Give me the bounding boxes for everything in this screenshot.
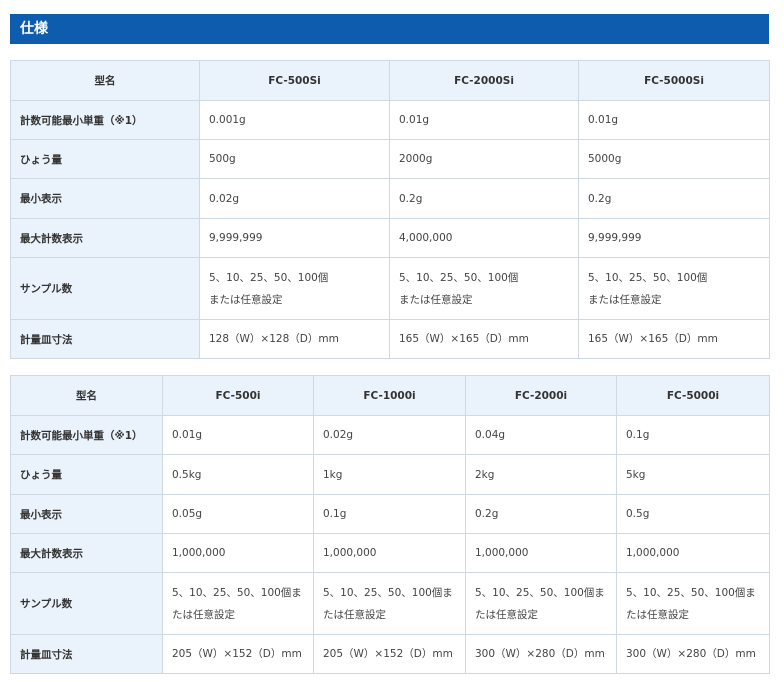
table-cell: 0.01g	[162, 415, 314, 455]
table-cell: 300（W）×280（D）mm	[616, 634, 770, 674]
table-header-row: 型名 FC-500Si FC-2000Si FC-5000Si	[10, 60, 770, 101]
table-header-row: 型名 FC-500i FC-1000i FC-2000i FC-5000i	[10, 375, 770, 416]
row-label: ひょう量	[10, 454, 163, 495]
table-cell: 0.1g	[616, 415, 770, 455]
row-label: 最大計数表示	[10, 218, 200, 258]
table-row: 最小表示 0.05g 0.1g 0.2g 0.5g	[10, 494, 770, 534]
table-cell: 205（W）×152（D）mm	[313, 634, 466, 674]
table-cell: 1,000,000	[616, 533, 770, 573]
table-cell: 5、10、25、50、100個または任意設定	[578, 257, 770, 320]
table-cell: 0.001g	[199, 100, 390, 140]
table-cell: 2000g	[389, 139, 579, 179]
table-cell: 5、10、25、50、100個または任意設定	[162, 572, 314, 635]
table-row: 計量皿寸法 128（W）×128（D）mm 165（W）×165（D）mm 16…	[10, 319, 770, 359]
section-title: 仕様	[10, 14, 769, 44]
table-row: ひょう量 0.5kg 1kg 2kg 5kg	[10, 454, 770, 495]
row-label: 計数可能最小単重（※1）	[10, 100, 200, 140]
spec-table-i: 型名 FC-500i FC-1000i FC-2000i FC-5000i 計数…	[10, 375, 770, 674]
table-row: 計量皿寸法 205（W）×152（D）mm 205（W）×152（D）mm 30…	[10, 634, 770, 674]
table-cell: 0.01g	[578, 100, 770, 140]
table-cell: 0.05g	[162, 494, 314, 534]
table-cell: 128（W）×128（D）mm	[199, 319, 390, 359]
table-cell: 5、10、25、50、100個または任意設定	[616, 572, 770, 635]
header-model-fc-1000i: FC-1000i	[313, 375, 466, 416]
row-label: 最大計数表示	[10, 533, 163, 573]
table-cell: 1,000,000	[162, 533, 314, 573]
table-cell: 0.5kg	[162, 454, 314, 495]
table-cell: 5、10、25、50、100個または任意設定	[199, 257, 390, 320]
header-model-label: 型名	[10, 375, 163, 416]
table-cell: 0.01g	[389, 100, 579, 140]
table-cell: 1kg	[313, 454, 466, 495]
header-model-fc-500si: FC-500Si	[199, 60, 390, 101]
table-cell: 0.02g	[199, 178, 390, 219]
table-cell: 0.04g	[465, 415, 617, 455]
header-model-fc-500i: FC-500i	[162, 375, 314, 416]
table-row: 計数可能最小単重（※1） 0.001g 0.01g 0.01g	[10, 100, 770, 140]
table-cell: 0.2g	[389, 178, 579, 219]
table-cell: 2kg	[465, 454, 617, 495]
spec-table-si: 型名 FC-500Si FC-2000Si FC-5000Si 計数可能最小単重…	[10, 60, 770, 359]
table-cell: 9,999,999	[199, 218, 390, 258]
header-model-fc-2000si: FC-2000Si	[389, 60, 579, 101]
table-row: 最大計数表示 9,999,999 4,000,000 9,999,999	[10, 218, 770, 258]
table-cell: 0.1g	[313, 494, 466, 534]
table-cell: 300（W）×280（D）mm	[465, 634, 617, 674]
table-cell: 5000g	[578, 139, 770, 179]
table-cell: 5kg	[616, 454, 770, 495]
table-row: 最小表示 0.02g 0.2g 0.2g	[10, 178, 770, 219]
table-cell: 9,999,999	[578, 218, 770, 258]
table-row: ひょう量 500g 2000g 5000g	[10, 139, 770, 179]
table-cell: 5、10、25、50、100個または任意設定	[465, 572, 617, 635]
table-cell: 1,000,000	[313, 533, 466, 573]
row-label: 最小表示	[10, 178, 200, 219]
header-model-fc-5000si: FC-5000Si	[578, 60, 770, 101]
header-model-label: 型名	[10, 60, 200, 101]
table-cell: 4,000,000	[389, 218, 579, 258]
table-row: サンプル数 5、10、25、50、100個または任意設定 5、10、25、50、…	[10, 257, 770, 320]
row-label: サンプル数	[10, 572, 163, 635]
table-row: サンプル数 5、10、25、50、100個または任意設定 5、10、25、50、…	[10, 572, 770, 635]
row-label: 計量皿寸法	[10, 634, 163, 674]
header-model-fc-5000i: FC-5000i	[616, 375, 770, 416]
table-cell: 205（W）×152（D）mm	[162, 634, 314, 674]
table-cell: 165（W）×165（D）mm	[578, 319, 770, 359]
header-model-fc-2000i: FC-2000i	[465, 375, 617, 416]
table-cell: 0.2g	[578, 178, 770, 219]
row-label: 計量皿寸法	[10, 319, 200, 359]
table-cell: 165（W）×165（D）mm	[389, 319, 579, 359]
table-row: 最大計数表示 1,000,000 1,000,000 1,000,000 1,0…	[10, 533, 770, 573]
table-cell: 0.2g	[465, 494, 617, 534]
row-label: 計数可能最小単重（※1）	[10, 415, 163, 455]
table-row: 計数可能最小単重（※1） 0.01g 0.02g 0.04g 0.1g	[10, 415, 770, 455]
table-cell: 500g	[199, 139, 390, 179]
table-cell: 1,000,000	[465, 533, 617, 573]
table-cell: 0.5g	[616, 494, 770, 534]
row-label: ひょう量	[10, 139, 200, 179]
table-cell: 5、10、25、50、100個または任意設定	[389, 257, 579, 320]
table-cell: 0.02g	[313, 415, 466, 455]
row-label: サンプル数	[10, 257, 200, 320]
row-label: 最小表示	[10, 494, 163, 534]
table-cell: 5、10、25、50、100個または任意設定	[313, 572, 466, 635]
